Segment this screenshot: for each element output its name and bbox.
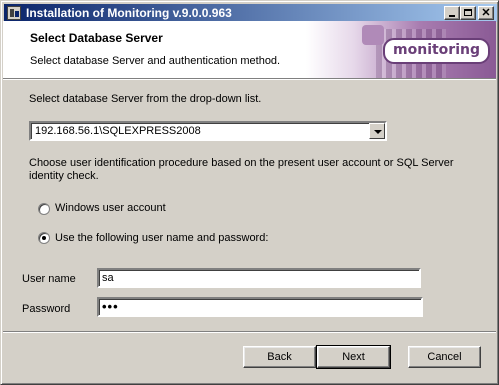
database-server-value: 192.168.56.1\SQLEXPRESS2008 — [35, 125, 201, 137]
auth-prompt-line2: identity check. — [29, 170, 99, 182]
radio-sql-auth[interactable] — [38, 232, 50, 244]
dropdown-arrow-icon[interactable] — [369, 123, 385, 139]
password-field[interactable]: ••• — [97, 297, 423, 317]
page-title: Select Database Server — [30, 31, 163, 45]
auth-prompt-line1: Choose user identification procedure bas… — [29, 157, 454, 169]
header-divider — [3, 78, 496, 80]
cancel-button[interactable]: Cancel — [408, 346, 481, 368]
window-title: Installation of Monitoring v.9.0.0.963 — [26, 6, 232, 20]
close-icon: ✕ — [481, 7, 491, 19]
radio-windows-auth[interactable] — [38, 203, 50, 215]
header-banner: Select Database Server Select database S… — [3, 21, 496, 78]
database-server-select[interactable]: 192.168.56.1\SQLEXPRESS2008 — [29, 121, 387, 141]
maximize-icon — [464, 9, 472, 16]
title-bar[interactable]: Installation of Monitoring v.9.0.0.963 ✕ — [4, 4, 497, 22]
monitoring-logo: monitoring — [383, 38, 490, 64]
username-label: User name — [22, 273, 76, 285]
radio-sql-auth-label[interactable]: Use the following user name and password… — [55, 232, 268, 244]
footer-divider — [3, 331, 496, 333]
page-subtitle: Select database Server and authenticatio… — [30, 55, 281, 67]
server-prompt: Select database Server from the drop-dow… — [29, 93, 262, 105]
back-button[interactable]: Back — [243, 346, 316, 368]
store-icon — [362, 25, 384, 45]
minimize-button[interactable] — [444, 6, 460, 20]
minimize-icon — [449, 15, 455, 17]
password-label: Password — [22, 303, 71, 315]
banner-artwork: monitoring — [306, 21, 496, 78]
maximize-button[interactable] — [460, 6, 476, 20]
username-field[interactable]: sa — [97, 268, 421, 288]
installer-app-icon — [7, 6, 21, 20]
username-value: sa — [102, 272, 114, 284]
password-value: ••• — [102, 299, 119, 314]
next-button[interactable]: Next — [316, 345, 391, 369]
radio-windows-auth-label[interactable]: Windows user account — [55, 202, 166, 214]
close-button[interactable]: ✕ — [478, 6, 494, 20]
